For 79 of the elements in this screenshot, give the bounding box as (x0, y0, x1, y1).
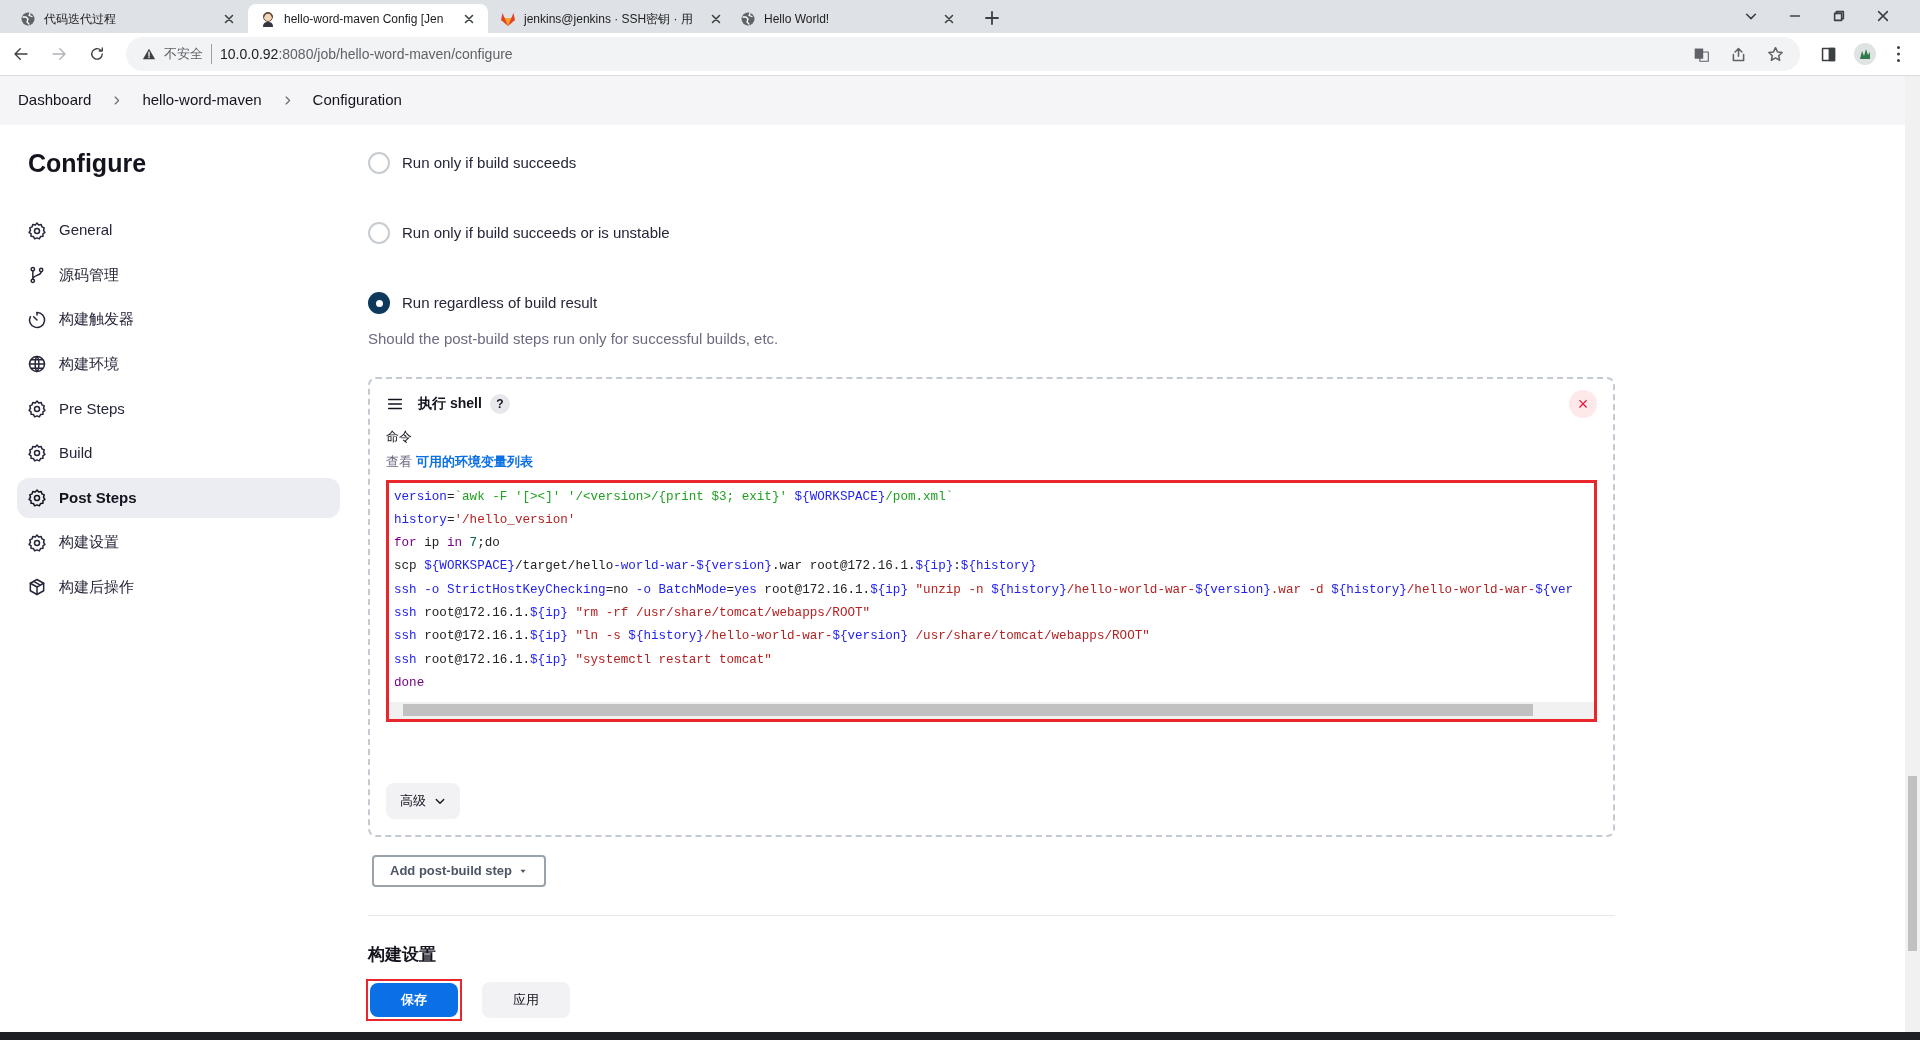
env-vars-link[interactable]: 可用的环境变量列表 (416, 452, 533, 472)
code-line: version=`awk -F '[><]' '/<version>/{print $3; exit}' ${WORKSPACE}/pom.xml` (394, 488, 955, 506)
code-line: ssh -o StrictHostKeyChecking=no -o BatchMode=yes root@172.16.1.${ip} "unzip -n ${history}/hello-world-war-${version}.war -d ${history}/hello-world-war-${ver (394, 581, 1575, 599)
globe-icon (740, 10, 756, 27)
tab-title: 代码迭代过程 (44, 10, 116, 28)
more-icon (1897, 46, 1900, 62)
breadcrumb-link[interactable]: hello-word-maven (142, 89, 262, 112)
add-step-button[interactable]: Add post-build step (372, 854, 547, 887)
browser-tab[interactable]: jenkins@jenkins · SSH密钥 · 用 (488, 4, 728, 33)
step-title: 执行 shell (418, 394, 482, 413)
close-button[interactable]: × (1569, 389, 1597, 418)
code-line: ssh root@172.16.1.${ip} "rm -rf /usr/share/tomcat/webapps/ROOT" (394, 605, 872, 622)
help-text: Should the post-build steps run only for successful builds, etc. (368, 329, 780, 349)
sidebar-item[interactable]: 源码管理 (17, 255, 340, 296)
sidebar-item[interactable]: General (17, 210, 340, 251)
security-label: 不安全 (164, 44, 212, 64)
gear-icon (27, 532, 47, 553)
cube-icon (27, 577, 47, 598)
radio-button[interactable] (368, 222, 390, 244)
code-line: ssh root@172.16.1.${ip} "systemctl restart tomcat" (394, 651, 773, 669)
gear-icon (27, 443, 47, 464)
radio-button[interactable] (368, 152, 390, 174)
sidebar-item[interactable]: Post Steps (17, 478, 340, 519)
env-prefix: 查看 (386, 453, 412, 471)
side-panel-icon (1820, 45, 1837, 63)
sidebar-item[interactable]: 构建触发器 (17, 299, 340, 340)
sidebar-item[interactable]: 构建设置 (17, 522, 340, 563)
code-line: ssh root@172.16.1.${ip} "ln -s ${history}/hello-world-war-${version} /usr/share/tomcat/webapps/ROOT" (394, 628, 1151, 646)
gear-icon (27, 398, 47, 419)
radio-label: Run regardless of build result (402, 292, 598, 313)
star-icon (1767, 45, 1784, 63)
radio-label: Run only if build succeeds (402, 152, 577, 173)
scrollbar-thumb[interactable] (403, 704, 1533, 716)
browser-tab[interactable]: Hello World! (728, 4, 968, 33)
back-icon (12, 45, 30, 63)
radio-button[interactable] (368, 292, 390, 314)
globe-icon (20, 10, 36, 27)
code-line: for ip in 7;do (394, 535, 501, 553)
sidebar-item[interactable]: Build (17, 433, 340, 474)
globe-icon (27, 354, 47, 375)
code-editor[interactable] (386, 479, 1597, 722)
timer-icon (27, 309, 47, 330)
section-heading: 构建设置 (368, 943, 437, 966)
avatar-icon (1853, 42, 1877, 66)
new-tab-icon (984, 10, 1000, 26)
gear-icon (27, 220, 47, 241)
code-line: scp ${WORKSPACE}/target/hello-world-war-${version}.war root@172.16.1.${ip}:${history} (394, 558, 1038, 576)
reload-icon (88, 45, 106, 63)
advanced-button[interactable]: 高级 (386, 782, 460, 819)
scrollbar[interactable] (1905, 76, 1920, 1032)
page-title: Configure (27, 148, 148, 179)
restore-icon (1832, 9, 1846, 23)
radio-label: Run only if build succeeds or is unstable (402, 222, 670, 243)
tab-title: jenkins@jenkins · SSH密钥 · 用 (524, 10, 693, 28)
tab-title: hello-word-maven Config [Jen (284, 10, 444, 28)
address-field[interactable]: 不安全 10.0.0.92:8080/job/hello-word-maven/configure (126, 37, 1800, 71)
share-icon (1730, 45, 1747, 63)
close-icon (1876, 9, 1890, 23)
forward-icon (50, 45, 68, 63)
help-button[interactable]: ? (489, 393, 510, 414)
browser-tab[interactable]: 代码迭代过程 (8, 4, 248, 33)
sidebar-item[interactable]: Pre Steps (17, 388, 340, 429)
url-text: 10.0.0.92:8080/job/hello-word-maven/configure (220, 44, 513, 64)
code-line: history='/hello_version' (394, 511, 577, 529)
breadcrumb-link[interactable]: Configuration (312, 89, 402, 112)
warning-icon (142, 47, 156, 61)
code-line: done (394, 674, 426, 692)
breadcrumb-link[interactable]: Dashboard (18, 89, 92, 112)
tab-title: Hello World! (764, 10, 830, 28)
browser-tab[interactable]: hello-word-maven Config [Jen (248, 4, 488, 33)
sidebar-item[interactable]: 构建环境 (17, 344, 340, 385)
fox-icon (500, 10, 516, 27)
save-button[interactable]: 保存 (370, 983, 458, 1017)
apply-button[interactable]: 应用 (482, 982, 570, 1018)
field-label: 命令 (386, 427, 413, 446)
horizontal-scrollbar[interactable] (389, 701, 1594, 719)
gear-icon (27, 488, 47, 509)
sidebar-item[interactable]: 构建后操作 (17, 567, 340, 608)
scrollbar-thumb[interactable] (1908, 776, 1917, 951)
